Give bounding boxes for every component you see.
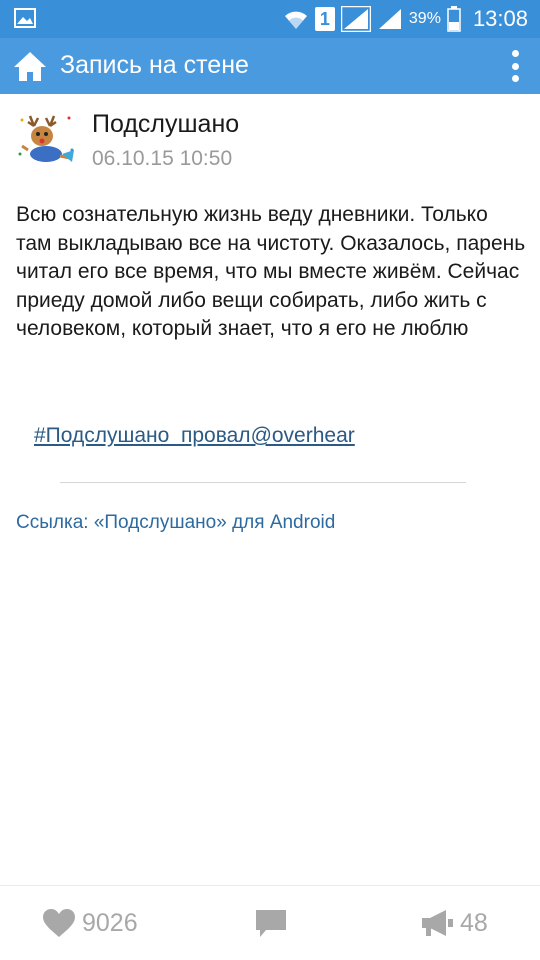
page-title: Запись на стене	[60, 51, 249, 79]
repost-button[interactable]: 48	[420, 908, 488, 938]
post-date: 06.10.15 10:50	[92, 147, 233, 170]
gallery-icon	[14, 8, 36, 28]
more-vert-icon[interactable]	[508, 50, 522, 82]
home-icon[interactable]	[12, 48, 48, 84]
status-bar: 1 39% 13:08	[0, 0, 540, 38]
avatar[interactable]	[14, 110, 78, 174]
comment-icon	[256, 910, 286, 937]
wifi-icon	[284, 11, 307, 29]
author-name[interactable]: Подслушано	[92, 110, 239, 139]
comment-button[interactable]	[254, 908, 288, 940]
divider	[60, 482, 466, 483]
reposts-count: 48	[460, 908, 488, 937]
signal-icon	[340, 6, 371, 32]
menu-dot	[511, 75, 519, 82]
battery-icon	[447, 6, 461, 32]
clock: 13:08	[472, 6, 528, 31]
menu-dot	[511, 50, 519, 57]
hashtag-link[interactable]: #Подслушано_провал@overhear	[34, 424, 355, 448]
source-link[interactable]: Ссылка: «Подслушано» для Android	[16, 512, 335, 534]
action-bar: 9026 48	[0, 885, 540, 960]
signal-icon	[378, 9, 401, 29]
likes-count: 9026	[82, 908, 138, 937]
menu-dot	[511, 62, 519, 70]
post-text: Всю сознательную жизнь веду дневники. То…	[16, 203, 526, 340]
like-button[interactable]: 9026	[42, 908, 138, 938]
status-icons: 1 39% 13:08	[283, 0, 528, 38]
sim-icon: 1	[314, 7, 335, 31]
heart-icon	[43, 909, 75, 937]
app-bar: Запись на стене	[0, 38, 540, 94]
megaphone-icon	[422, 910, 453, 936]
battery-percent: 39%	[408, 10, 441, 27]
